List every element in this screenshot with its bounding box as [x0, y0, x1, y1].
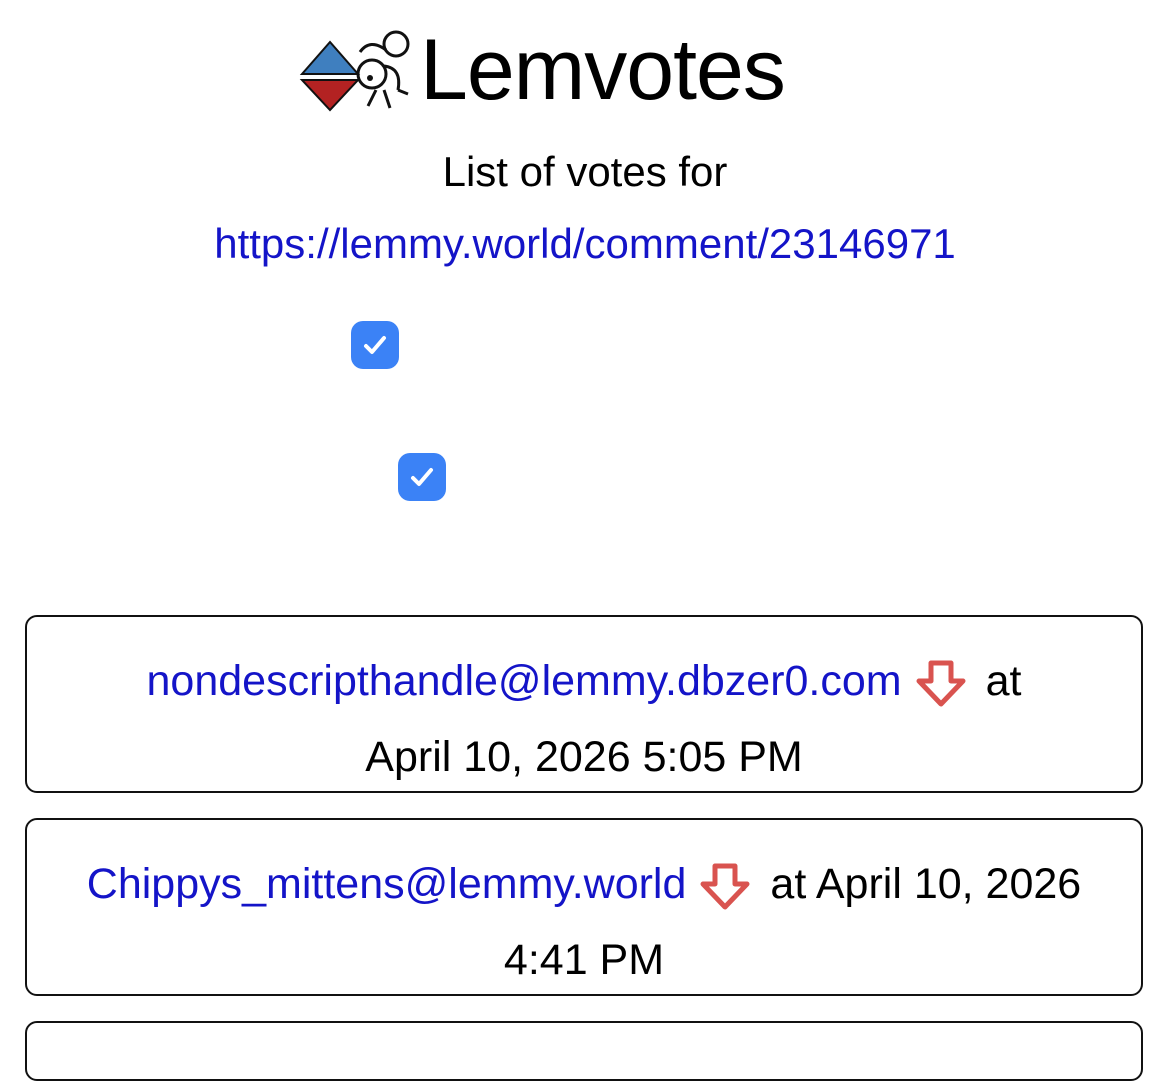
- downvote-arrow-icon: [700, 863, 750, 910]
- header: Lemvotes: [0, 0, 1170, 120]
- target-comment-link[interactable]: https://lemmy.world/comment/23146971: [0, 218, 1170, 270]
- filter-checkbox-1[interactable]: [351, 321, 399, 369]
- vote-entry: Chippys_mittens@lemmy.world at April 10,…: [25, 818, 1143, 996]
- downvote-arrow-icon: [916, 660, 966, 707]
- checkmark-icon: [364, 336, 386, 354]
- voter-link[interactable]: Chippys_mittens@lemmy.world: [87, 860, 687, 908]
- app-title: Lemvotes: [420, 22, 786, 118]
- checkmark-icon: [411, 468, 433, 486]
- vote-entry: nondescripthandle@lemmy.dbzer0.com at Ap…: [25, 615, 1143, 793]
- page-subtitle: List of votes for: [442, 148, 728, 195]
- filter-checkbox-2[interactable]: [398, 453, 446, 501]
- vote-entry: [25, 1021, 1143, 1081]
- lemvotes-logo: [299, 30, 410, 112]
- vote-timestamp: April 10, 2026 5:05 PM: [365, 733, 803, 781]
- at-label: at: [985, 657, 1022, 705]
- at-label: at: [770, 860, 807, 908]
- voter-link[interactable]: nondescripthandle@lemmy.dbzer0.com: [147, 657, 902, 705]
